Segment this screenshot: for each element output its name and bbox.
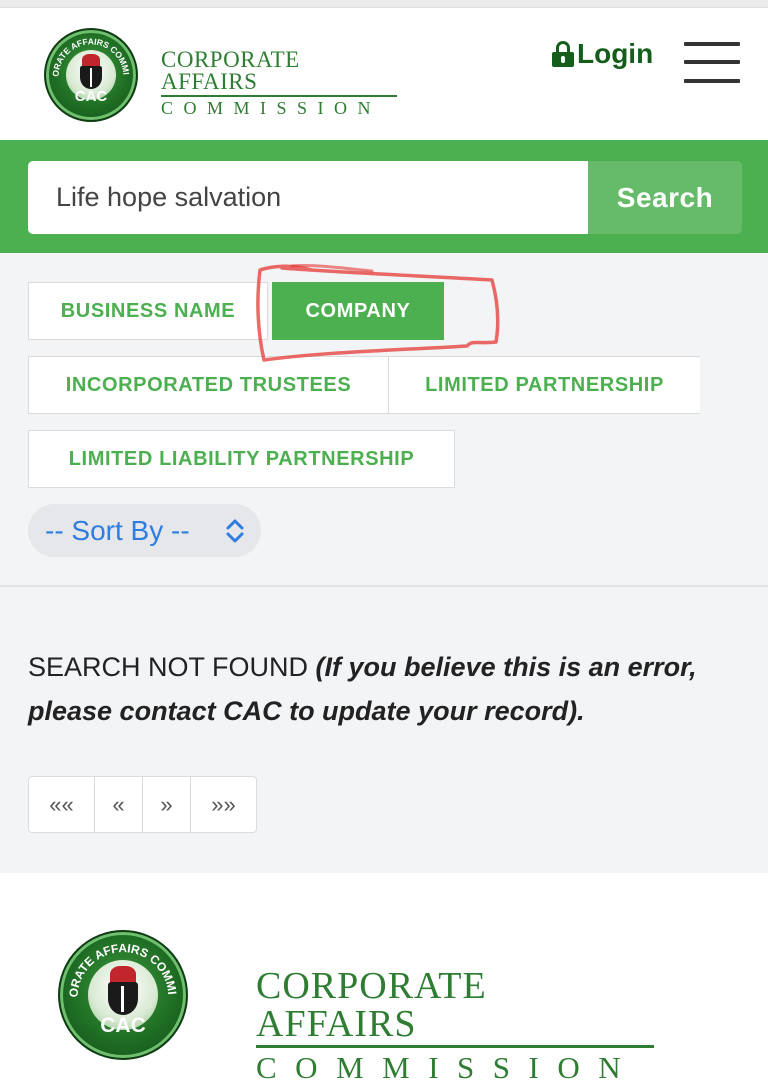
brand-wordmark[interactable]: CORPORATE AFFAIRS COMMISSION [161, 47, 397, 118]
pagination-first[interactable]: «« [28, 776, 95, 833]
tab-business-name[interactable]: BUSINESS NAME [28, 282, 268, 340]
menu-icon[interactable] [684, 39, 740, 89]
lock-icon [552, 41, 574, 67]
search-input[interactable] [28, 161, 588, 234]
pagination-next[interactable]: » [142, 776, 191, 833]
site-header: CORPORATE AFFAIRS COMMISSION CAC CORPORA… [0, 9, 768, 140]
login-label: Login [577, 38, 654, 69]
pagination-last[interactable]: »» [190, 776, 257, 833]
svg-text:CORPORATE AFFAIRS COMMISSION: CORPORATE AFFAIRS COMMISSION [60, 932, 179, 998]
pagination-prev[interactable]: « [94, 776, 143, 833]
cac-logo-seal[interactable]: CORPORATE AFFAIRS COMMISSION CAC [44, 28, 138, 122]
svg-text:CORPORATE AFFAIRS COMMISSION: CORPORATE AFFAIRS COMMISSION [46, 30, 131, 77]
footer-cac-logo-seal: CORPORATE AFFAIRS COMMISSION CAC [58, 930, 188, 1060]
sort-label: -- Sort By -- [45, 514, 190, 546]
footer-brand-wordmark: CORPORATE AFFAIRS COMMISSION [256, 967, 654, 1085]
footer-seal-ring-text: CORPORATE AFFAIRS COMMISSION [60, 932, 179, 998]
seal-ring-text: CORPORATE AFFAIRS COMMISSION [46, 30, 131, 77]
login-link[interactable]: Login [552, 37, 653, 71]
seal-badge-text: CAC [74, 88, 108, 105]
search-button[interactable]: Search [588, 161, 742, 234]
top-browser-edge [0, 0, 768, 8]
footer-brand-line-1: CORPORATE AFFAIRS [256, 965, 487, 1045]
footer-brand-line-2: COMMISSION [256, 1050, 640, 1085]
section-divider [0, 585, 768, 587]
not-found-text: SEARCH NOT FOUND [28, 652, 309, 682]
chevron-up-down-icon [226, 519, 244, 543]
brand-line-2: COMMISSION [161, 98, 382, 118]
search-bar: Search [0, 140, 768, 253]
brand-divider [161, 95, 397, 97]
red-annotation-highlight [256, 263, 500, 362]
footer-brand-divider [256, 1045, 654, 1048]
search-not-found-message: SEARCH NOT FOUND (If you believe this is… [28, 645, 728, 733]
tab-limited-liability-partnership[interactable]: LIMITED LIABILITY PARTNERSHIP [28, 430, 455, 488]
brand-line-1: CORPORATE AFFAIRS [161, 47, 300, 94]
footer-seal-badge-text: CAC [100, 1014, 146, 1037]
